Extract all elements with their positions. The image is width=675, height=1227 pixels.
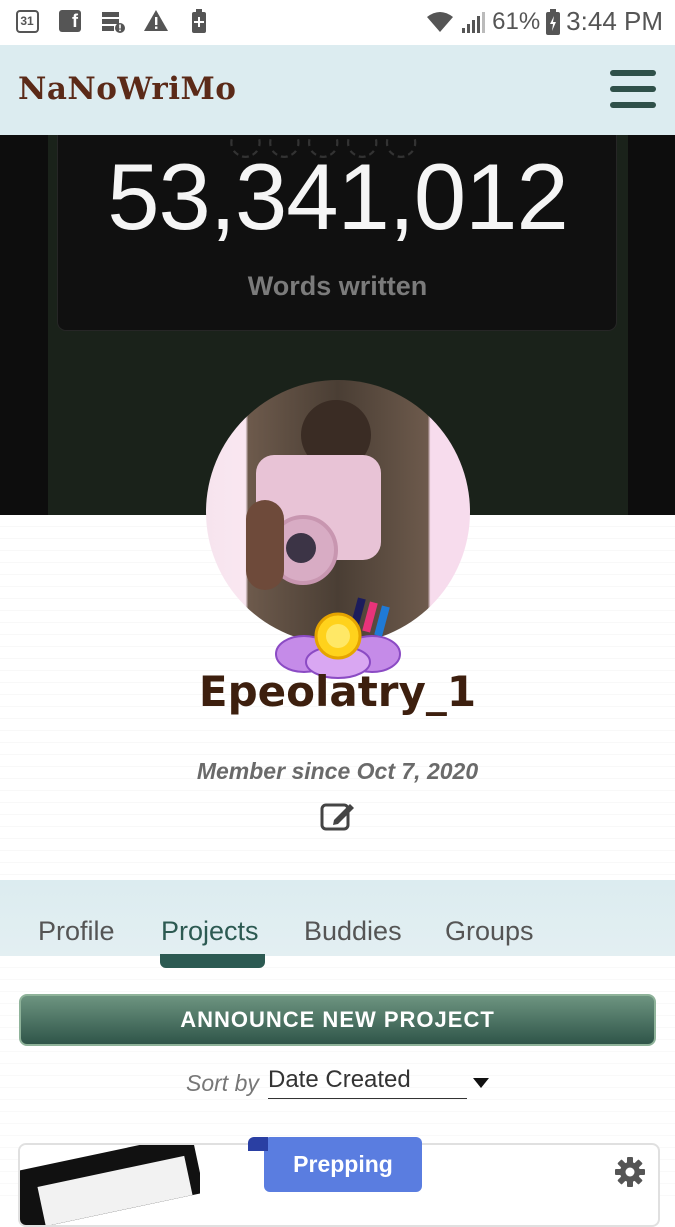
site-logo[interactable]: NaNoWriMo: [18, 71, 236, 107]
tab-buddies[interactable]: Buddies: [304, 916, 402, 947]
tab-projects[interactable]: Projects: [161, 916, 259, 947]
total-word-count: 53,341,012: [107, 144, 568, 249]
signal-icon: [462, 11, 486, 33]
warning-icon: [143, 8, 169, 34]
battery-percent: 61%: [492, 7, 541, 35]
status-bar: 31 f 61% 3:44 PM: [0, 0, 675, 45]
active-tab-indicator: [160, 954, 265, 968]
sort-selected-value: Date Created: [268, 1066, 411, 1093]
battery-icon: [546, 8, 561, 35]
battery-saver-icon: [186, 8, 212, 34]
calendar-icon: 31: [14, 8, 40, 34]
facebook-glyph: f: [59, 10, 81, 32]
word-count-label: Words written: [247, 271, 428, 301]
profile-tabs: Profile Projects Buddies Groups: [0, 880, 675, 956]
profile-username: Epeolatry_1: [198, 667, 477, 716]
project-status-badge: Prepping: [248, 1137, 422, 1192]
chevron-down-icon[interactable]: [473, 1078, 489, 1088]
member-since: Member since Oct 7, 2020: [196, 758, 479, 784]
tab-profile[interactable]: Profile: [38, 916, 115, 947]
clock: 3:44 PM: [566, 6, 663, 36]
calendar-day: 31: [15, 9, 39, 33]
project-cover-image: [20, 1145, 200, 1225]
facebook-icon: f: [57, 8, 83, 34]
avatar-hand: [246, 500, 284, 590]
wifi-icon: [427, 11, 454, 32]
sort-select[interactable]: Date Created: [268, 1066, 467, 1099]
announce-new-project-button[interactable]: ANNOUNCE NEW PROJECT: [19, 994, 656, 1046]
site-header: NaNoWriMo: [0, 45, 675, 135]
edit-icon[interactable]: [320, 800, 356, 832]
server-alert-icon: [100, 8, 126, 34]
hamburger-icon[interactable]: [610, 70, 656, 110]
avatar-lens-center: [286, 533, 316, 563]
gear-icon[interactable]: [614, 1156, 646, 1188]
tab-groups[interactable]: Groups: [445, 916, 534, 947]
sort-label: Sort by: [186, 1070, 259, 1096]
